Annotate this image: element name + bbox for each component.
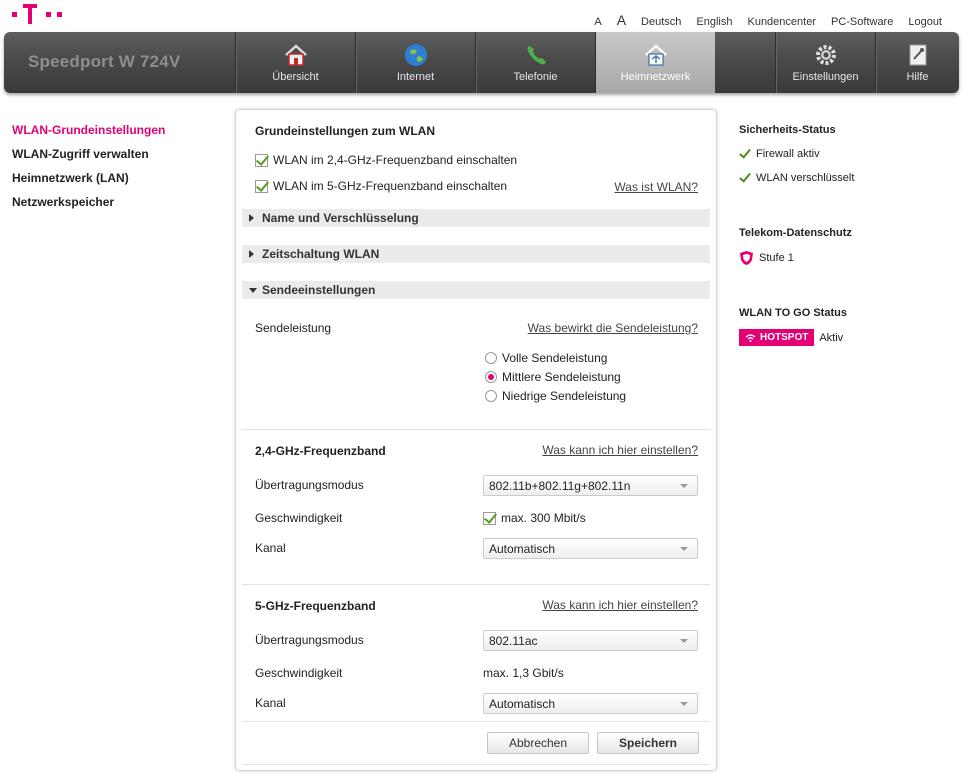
security-status-title: Sicherheits-Status (739, 124, 836, 136)
product-name: Speedport W 724V (28, 52, 181, 71)
band5-channel-select[interactable]: Automatisch (483, 693, 698, 714)
save-button[interactable]: Speichern (597, 732, 699, 754)
band5-speed-label: Geschwindigkeit (255, 666, 343, 680)
divider (242, 584, 710, 585)
radio-volle-sendeleistung[interactable]: Volle Sendeleistung (485, 351, 607, 365)
chevron-down-icon (680, 547, 688, 551)
divider (242, 429, 710, 430)
radio-button[interactable] (485, 390, 497, 402)
kundencenter-link[interactable]: Kundencenter (747, 16, 816, 28)
font-small-link[interactable]: A (594, 16, 601, 28)
left-nav: WLAN-Grundeinstellungen WLAN-Zugriff ver… (12, 123, 165, 219)
wlan5-checkbox[interactable] (255, 179, 268, 193)
band24-speed-label: Geschwindigkeit (255, 511, 343, 525)
lang-english-link[interactable]: English (696, 16, 732, 28)
top-links: A A Deutsch English Kundencenter PC-Soft… (594, 12, 942, 28)
expand-arrow-icon (249, 250, 254, 258)
shield-icon (740, 251, 753, 265)
nav-ubersicht[interactable]: Übersicht (235, 32, 355, 93)
font-large-link[interactable]: A (617, 12, 626, 28)
band24-speed-checkbox[interactable] (483, 511, 496, 525)
divider (242, 721, 710, 722)
pc-software-link[interactable]: PC-Software (831, 16, 893, 28)
leftnav-wlan-grundeinstellungen[interactable]: WLAN-Grundeinstellungen (12, 123, 165, 138)
was-ist-wlan-link[interactable]: Was ist WLAN? (614, 180, 698, 194)
band5-title: 5-GHz-Frequenzband (255, 599, 376, 613)
divider (242, 764, 710, 765)
radio-niedrige-sendeleistung[interactable]: Niedrige Sendeleistung (485, 389, 626, 403)
phone-icon (527, 46, 546, 65)
band24-title: 2,4-GHz-Frequenzband (255, 444, 386, 458)
cancel-button[interactable]: Abbrechen (487, 732, 589, 754)
nav-einstellungen[interactable]: Einstellungen (775, 32, 875, 93)
wifi-icon (745, 334, 756, 342)
expand-arrow-icon (249, 214, 254, 222)
nav-telefonie[interactable]: Telefonie (475, 32, 595, 93)
privacy-title: Telekom-Datenschutz (739, 227, 852, 239)
radio-button-selected[interactable] (485, 371, 497, 383)
main-panel: Grundeinstellungen zum WLAN WLAN im 2,4-… (235, 109, 717, 771)
privacy-level: Stufe 1 (739, 250, 794, 266)
band5-mode-label: Übertragungsmodus (255, 633, 364, 647)
main-navbar: Speedport W 724V Übersicht Internet Tele… (4, 32, 959, 93)
leftnav-heimnetzwerk-lan[interactable]: Heimnetzwerk (LAN) (12, 171, 165, 186)
leftnav-netzwerkspeicher[interactable]: Netzwerkspeicher (12, 195, 165, 210)
band5-help-link[interactable]: Was kann ich hier einstellen? (542, 598, 698, 612)
wlan24-checkbox[interactable] (255, 153, 268, 167)
chevron-down-icon (680, 484, 688, 488)
radio-mittlere-sendeleistung[interactable]: Mittlere Sendeleistung (485, 370, 621, 384)
firewall-status: Firewall aktiv (739, 148, 820, 160)
radio-button[interactable] (485, 352, 497, 364)
gear-icon (815, 45, 836, 65)
band24-channel-label: Kanal (255, 541, 286, 555)
band5-channel-label: Kanal (255, 696, 286, 710)
band24-channel-select[interactable]: Automatisch (483, 538, 698, 559)
wlan5-label: WLAN im 5-GHz-Frequenzband einschalten (273, 179, 508, 193)
nav-hilfe[interactable]: Hilfe (875, 32, 959, 93)
leftnav-wlan-zugriff[interactable]: WLAN-Zugriff verwalten (12, 147, 165, 162)
hotspot-badge: HOTSPOT (739, 329, 815, 346)
chevron-down-icon (680, 702, 688, 706)
wlan-to-go-title: WLAN TO GO Status (739, 307, 847, 319)
band24-help-link[interactable]: Was kann ich hier einstellen? (542, 443, 698, 457)
home-icon (284, 44, 307, 66)
logout-link[interactable]: Logout (908, 16, 942, 28)
telekom-logo (12, 4, 68, 29)
band5-speed-value: max. 1,3 Gbit/s (483, 666, 564, 680)
help-book-icon (909, 44, 926, 66)
nav-heimnetzwerk[interactable]: Heimnetzwerk (595, 32, 715, 93)
band24-mode-label: Übertragungsmodus (255, 478, 364, 492)
globe-icon (404, 44, 427, 66)
section-name-verschluesselung[interactable]: Name und Verschlüsselung (242, 209, 710, 227)
section-sendeeinstellungen[interactable]: Sendeeinstellungen (242, 281, 710, 299)
wlan5-toggle[interactable]: WLAN im 5-GHz-Frequenzband einschalten (255, 179, 507, 193)
check-icon (739, 172, 751, 184)
wlan-encryption-status: WLAN verschlüsselt (739, 172, 854, 184)
network-house-icon (644, 44, 667, 66)
chevron-down-icon (680, 639, 688, 643)
band5-mode-select[interactable]: 802.11ac (483, 630, 698, 651)
band24-mode-select[interactable]: 802.11b+802.11g+802.11n (483, 475, 698, 496)
nav-internet[interactable]: Internet (355, 32, 475, 93)
sendeleistung-label: Sendeleistung (255, 321, 332, 335)
lang-deutsch-link[interactable]: Deutsch (641, 16, 681, 28)
panel-title: Grundeinstellungen zum WLAN (255, 124, 435, 138)
wlan24-label: WLAN im 2,4-GHz-Frequenzband einschalten (273, 153, 518, 167)
section-zeitschaltung[interactable]: Zeitschaltung WLAN (242, 245, 710, 263)
check-icon (739, 148, 751, 160)
sendeleistung-help-link[interactable]: Was bewirkt die Sendeleistung? (528, 321, 698, 335)
collapse-arrow-icon (249, 288, 257, 293)
band24-speed-toggle[interactable]: max. 300 Mbit/s (483, 511, 586, 525)
wlan-to-go-status: HOTSPOT Aktiv (739, 329, 843, 346)
wlan24-toggle[interactable]: WLAN im 2,4-GHz-Frequenzband einschalten (255, 153, 517, 167)
